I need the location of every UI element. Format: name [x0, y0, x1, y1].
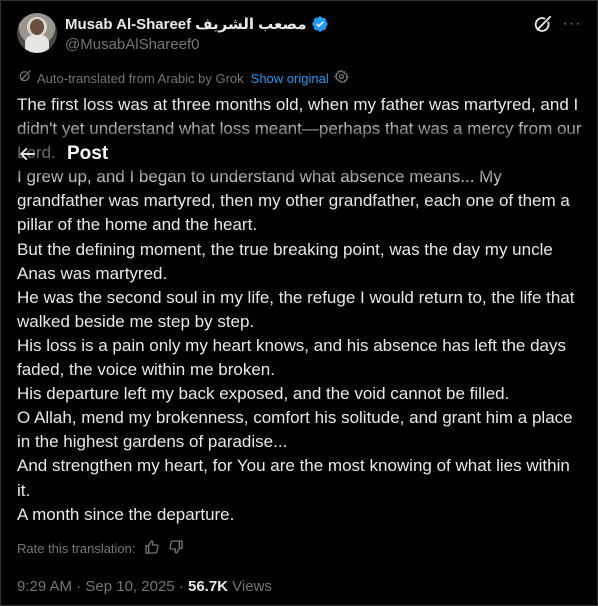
- page-title: Post: [67, 143, 109, 164]
- post-detail-panel: Musab Al-Shareef مصعب الشريف @MusabAlSha…: [0, 0, 598, 606]
- verified-badge-icon: [311, 15, 329, 33]
- thumbs-down-icon[interactable]: [168, 539, 184, 558]
- more-icon[interactable]: ···: [561, 14, 583, 36]
- post-time[interactable]: 9:29 AM: [17, 578, 72, 595]
- views-count: 56.7K: [187, 578, 229, 595]
- translation-notice: Auto-translated from Arabic by Grok Show…: [17, 69, 349, 87]
- post-date[interactable]: Sep 10, 2025: [85, 578, 174, 595]
- post-line: He was the second soul in my life, the r…: [17, 287, 575, 331]
- rate-translation-row: Rate this translation:: [17, 539, 184, 558]
- sticky-header: Post: [17, 143, 108, 165]
- grok-icon[interactable]: [531, 14, 553, 36]
- author-name-arabic[interactable]: مصعب الشريف: [195, 15, 306, 33]
- rate-translation-label: Rate this translation:: [17, 541, 136, 556]
- translation-notice-text: Auto-translated from Arabic by Grok: [37, 70, 244, 86]
- post-line: A month since the departure.: [17, 504, 235, 524]
- post-line: O Allah, mend my brokenness, comfort his…: [17, 408, 573, 452]
- post-line: I grew up, and I began to understand wha…: [17, 167, 570, 235]
- author-row: Musab Al-Shareef مصعب الشريف @MusabAlSha…: [17, 13, 583, 55]
- settings-gear-icon[interactable]: [333, 69, 349, 87]
- post-line: But the defining moment, the true breaki…: [17, 239, 553, 283]
- post-line: His departure left my back exposed, and …: [17, 384, 510, 404]
- show-original-link[interactable]: Show original: [251, 71, 329, 86]
- views-label: Views: [228, 578, 272, 595]
- meta-separator: ·: [174, 578, 188, 595]
- meta-separator: ·: [72, 578, 86, 595]
- avatar[interactable]: [17, 13, 57, 53]
- grok-small-icon: [17, 69, 32, 87]
- post-line: His loss is a pain only my heart knows, …: [17, 335, 567, 380]
- back-arrow-icon[interactable]: [17, 144, 37, 164]
- post-line: And strengthen my heart, for You are the…: [17, 456, 570, 500]
- author-handle[interactable]: @MusabAlShareef0: [65, 36, 199, 53]
- author-name-line[interactable]: Musab Al-Shareef مصعب الشريف: [65, 15, 329, 33]
- author-name[interactable]: Musab Al-Shareef: [65, 16, 191, 33]
- post-meta: 9:29 AM · Sep 10, 2025 · 56.7K Views: [17, 578, 272, 595]
- thumbs-up-icon[interactable]: [144, 539, 160, 558]
